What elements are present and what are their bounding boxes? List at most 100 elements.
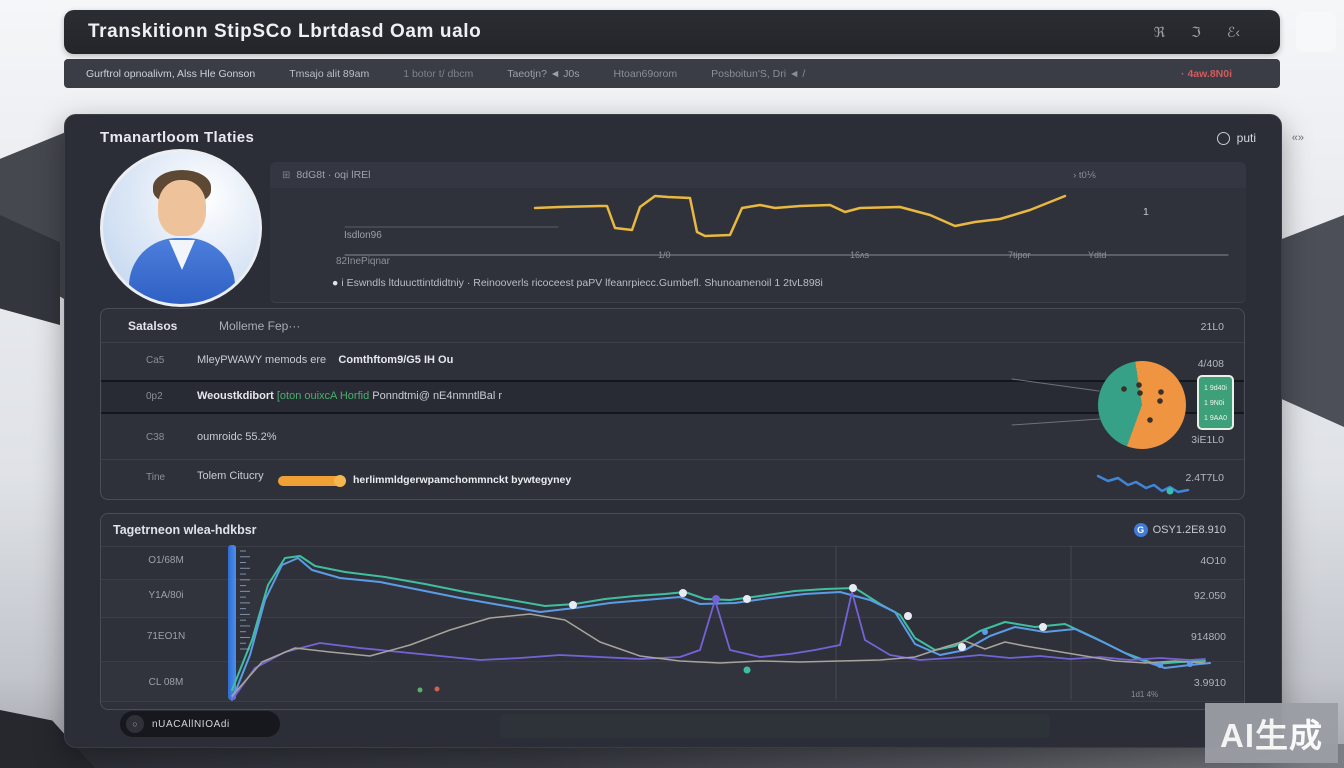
legend-line-1: 1 9d40i <box>1204 381 1232 396</box>
footer-ghost-bar <box>500 714 1050 738</box>
row-text-green: [oton ouixcA Horfid <box>277 390 372 402</box>
legend-line-2: 1 9N0i <box>1204 396 1232 411</box>
header-icon-2[interactable]: ℑ <box>1191 24 1201 41</box>
bottom-chart-right-label: OSY1.2E8.910 <box>1153 524 1226 536</box>
progress-bar <box>278 476 344 486</box>
row-text: Tolem Citucry <box>197 470 264 482</box>
legend-line-3: 1 9AA0 <box>1204 411 1232 426</box>
stats-table: Satalsos Molleme Fep··· 21L0 Ca5 MleyPWA… <box>100 308 1245 500</box>
user-avatar[interactable] <box>100 149 262 307</box>
top-chart-series-label-2: 82InePiqnar <box>336 256 390 267</box>
nav-bar: Gurftrol opnoalivm, Alss Hle Gonson Tmsa… <box>64 59 1280 88</box>
axis-tick-3: 7tipor <box>1008 250 1031 260</box>
top-chart-marker: 1 <box>1143 206 1149 218</box>
card-menu-icon[interactable]: «» <box>1292 132 1304 144</box>
axis-tick-4: Ydtd <box>1088 250 1107 260</box>
watermark-text: AI生成 <box>1220 709 1323 757</box>
header-icon-3[interactable]: ℰ‹ <box>1227 24 1240 41</box>
top-chart-description: ●i Eswndls ltduucttintdidtniy · Reinoove… <box>332 277 823 289</box>
value-label-1: 4O10 <box>1200 555 1226 567</box>
bottom-chart-title: Tagetrneon wlea-hdkbsr <box>113 523 257 537</box>
divider <box>101 546 1244 547</box>
nav-item-6[interactable]: Posboitun'S, Dri ◄ / <box>711 68 805 80</box>
divider <box>101 701 1244 702</box>
pie-chart <box>1098 361 1186 449</box>
row-text: MleyPWAWY memods ere Comthftom9/G5 IH Ou <box>197 354 453 366</box>
nav-item-4[interactable]: Taeotjn? ◄ J0s <box>507 68 579 80</box>
row-label-3: 71EO1N <box>126 631 206 642</box>
card-title: Tmanartloom Tlaties <box>100 129 254 146</box>
row-text-a: MleyPWAWY memods ere <box>197 354 326 366</box>
row-value: 3iE1L0 <box>1191 434 1224 446</box>
divider <box>101 617 1244 618</box>
row-key: C38 <box>146 432 164 443</box>
table-header-value: 21L0 <box>1201 321 1224 333</box>
row-text-a: Weoustkdibort <box>197 390 277 402</box>
divider <box>101 579 1244 580</box>
header-icons: ℜ ℑ ℰ‹ <box>1154 24 1280 41</box>
divider-dark <box>101 412 1244 414</box>
refresh-button[interactable]: puti <box>1217 131 1256 145</box>
top-chart-label-text: 8dG8t · oqi lREl <box>296 169 370 181</box>
progress-bar-cap <box>334 475 346 487</box>
footer-pill-icon: ○ <box>126 715 144 733</box>
header-bar: Transkitionn StipSCo Lbrtdasd Oam ualo ℜ… <box>64 10 1280 54</box>
nav-alert-text: · 4aw.8N0i <box>1181 68 1280 80</box>
row-value: 4/408 <box>1198 358 1224 370</box>
value-label-3: 914800 <box>1191 631 1226 643</box>
row-text: Weoustkdibort [oton ouixcA Horfid Ponndt… <box>197 390 502 402</box>
chart-band <box>102 579 1243 617</box>
value-label-2: 92.050 <box>1194 590 1226 602</box>
row-label-1: O1/68M <box>126 555 206 566</box>
row-label-2: Y1A/80i <box>126 590 206 601</box>
app-title: Transkitionn StipSCo Lbrtdasd Oam ualo <box>64 21 481 43</box>
value-label-4: 3.9910 <box>1194 677 1226 689</box>
row-key: Tine <box>146 472 165 483</box>
nav-item-3[interactable]: 1 botor t/ dbcm <box>403 68 473 80</box>
row-text-b: Ponndtmi@ nE4nmntlBal r <box>372 390 502 402</box>
grid-icon: ⊞ <box>282 170 290 181</box>
divider-dark <box>101 380 1244 382</box>
header-icon-1[interactable]: ℜ <box>1154 24 1165 41</box>
refresh-label: puti <box>1237 131 1256 145</box>
nav-item-2[interactable]: Tmsajo alit 89am <box>289 68 369 80</box>
divider <box>101 342 1244 343</box>
divider <box>101 661 1244 662</box>
footer-pill-label: nUACAllNIOAdi <box>152 719 230 730</box>
divider <box>101 459 1244 460</box>
row-text-b: Comthftom9/G5 IH Ou <box>338 354 453 366</box>
row-text: oumroidc 55.2% <box>197 431 277 443</box>
top-chart-header <box>270 162 1246 188</box>
row-label-4: CL 08M <box>126 677 206 688</box>
row-key: Ca5 <box>146 355 164 366</box>
tab-molleme[interactable]: Molleme Fep··· <box>219 319 300 333</box>
page: Transkitionn StipSCo Lbrtdasd Oam ualo ℜ… <box>0 0 1344 768</box>
bottom-chart-panel: Tagetrneon wlea-hdkbsr G OSY1.2E8.910 O1… <box>100 513 1245 710</box>
blue-axis-bar <box>228 545 236 700</box>
bg-right-wedge <box>1278 215 1344 427</box>
pie-legend: 1 9d40i 1 9N0i 1 9AA0 <box>1197 375 1234 430</box>
ai-watermark: AI生成 <box>1205 703 1338 763</box>
row-key: 0p2 <box>146 391 163 402</box>
bg-top-right-tile <box>1296 12 1336 52</box>
avatar-face <box>158 180 206 236</box>
progress-bar-label: herlimmldgerwpamchommnckt bywtegyney <box>353 474 571 486</box>
top-chart-series-label-1: Isdlon96 <box>344 230 382 241</box>
axis-tick-2: 16ʌs <box>850 250 869 260</box>
footer-pill-button[interactable]: ○ nUACAllNIOAdi <box>120 711 280 737</box>
top-chart-label: ⊞ 8dG8t · oqi lREl <box>282 169 371 181</box>
chart-footnote: 1d1 4% <box>1131 690 1158 699</box>
badge-icon: G <box>1134 523 1148 537</box>
bullet-icon: ● <box>332 277 338 289</box>
tab-satalsos[interactable]: Satalsos <box>128 319 177 333</box>
description-text: i Eswndls ltduucttintdidtniy · Reinoover… <box>341 277 823 289</box>
chart-band <box>102 661 1243 701</box>
row-value: 2.4T7L0 <box>1185 472 1224 484</box>
axis-tick-1: 1/0 <box>658 250 671 260</box>
nav-item-1[interactable]: Gurftrol opnoalivm, Alss Hle Gonson <box>86 68 255 80</box>
top-chart-link[interactable]: › t0⅙ <box>1073 170 1096 181</box>
nav-item-5[interactable]: Htoan69orom <box>614 68 678 80</box>
bottom-chart-meta: G OSY1.2E8.910 <box>1134 523 1226 537</box>
top-chart-panel: ⊞ 8dG8t · oqi lREl › t0⅙ 1 Isdlon96 82In… <box>270 162 1246 303</box>
refresh-icon <box>1217 132 1230 145</box>
